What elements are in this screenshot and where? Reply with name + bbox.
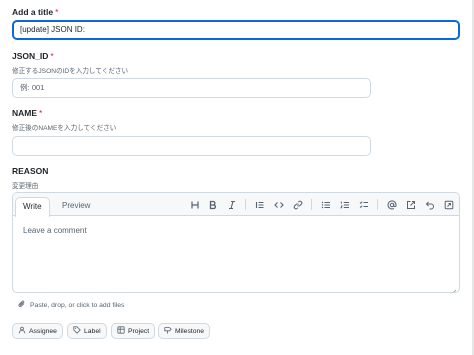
name-label: NAME * (12, 108, 43, 118)
link-icon[interactable] (291, 198, 304, 211)
unordered-list-icon[interactable] (319, 198, 332, 211)
fullscreen-icon[interactable] (442, 198, 455, 211)
attach-files[interactable]: Paste, drop, or click to add files (18, 300, 124, 310)
italic-icon[interactable] (225, 198, 238, 211)
title-label: Add a title * (12, 7, 59, 17)
tab-write[interactable]: Write (15, 197, 50, 217)
code-icon[interactable] (272, 198, 285, 211)
project-button[interactable]: Project (111, 323, 156, 339)
editor-header: Write Preview (13, 193, 459, 217)
person-icon (18, 326, 26, 336)
json-id-label: JSON_ID * (12, 51, 54, 61)
attach-hint: Paste, drop, or click to add files (30, 301, 125, 309)
json-id-hint: 修正するJSONのIDを入力してください (12, 68, 129, 75)
comment-textarea[interactable]: Leave a comment (23, 226, 87, 235)
name-input[interactable] (12, 136, 371, 156)
required-mark: * (50, 51, 54, 61)
ordered-list-icon[interactable] (338, 198, 351, 211)
project-label: Project (128, 327, 150, 335)
assignee-button[interactable]: Assignee (12, 323, 63, 339)
reference-icon[interactable] (404, 198, 417, 211)
heading-icon[interactable] (188, 198, 201, 211)
label-label: Label (84, 327, 101, 335)
toolbar-divider (311, 199, 312, 210)
toolbar-divider (377, 199, 378, 210)
reason-label: REASON (12, 166, 49, 176)
comment-editor: Write Preview Leave a comment (12, 192, 460, 293)
required-mark: * (39, 108, 43, 118)
resize-handle[interactable] (450, 283, 457, 292)
task-list-icon[interactable] (357, 198, 370, 211)
required-mark: * (55, 7, 59, 17)
toolbar-divider (245, 199, 246, 210)
tab-preview[interactable]: Preview (55, 197, 97, 217)
milestone-button[interactable]: Milestone (158, 323, 211, 339)
undo-icon[interactable] (423, 198, 436, 211)
json-id-input[interactable]: 例: 001 (12, 78, 371, 98)
name-hint: 修正後のNAMEを入力してください (12, 125, 117, 132)
bold-icon[interactable] (206, 198, 219, 211)
milestone-label: Milestone (175, 327, 205, 335)
milestone-icon (164, 326, 172, 336)
mention-icon[interactable] (385, 198, 398, 211)
title-input[interactable]: [update] JSON ID: (12, 20, 460, 40)
reason-hint: 変更理由 (12, 183, 39, 190)
label-button[interactable]: Label (67, 323, 107, 339)
paperclip-icon (18, 300, 26, 310)
table-icon (117, 326, 125, 336)
assignee-label: Assignee (29, 327, 57, 335)
tag-icon (73, 326, 81, 336)
quote-icon[interactable] (253, 198, 266, 211)
